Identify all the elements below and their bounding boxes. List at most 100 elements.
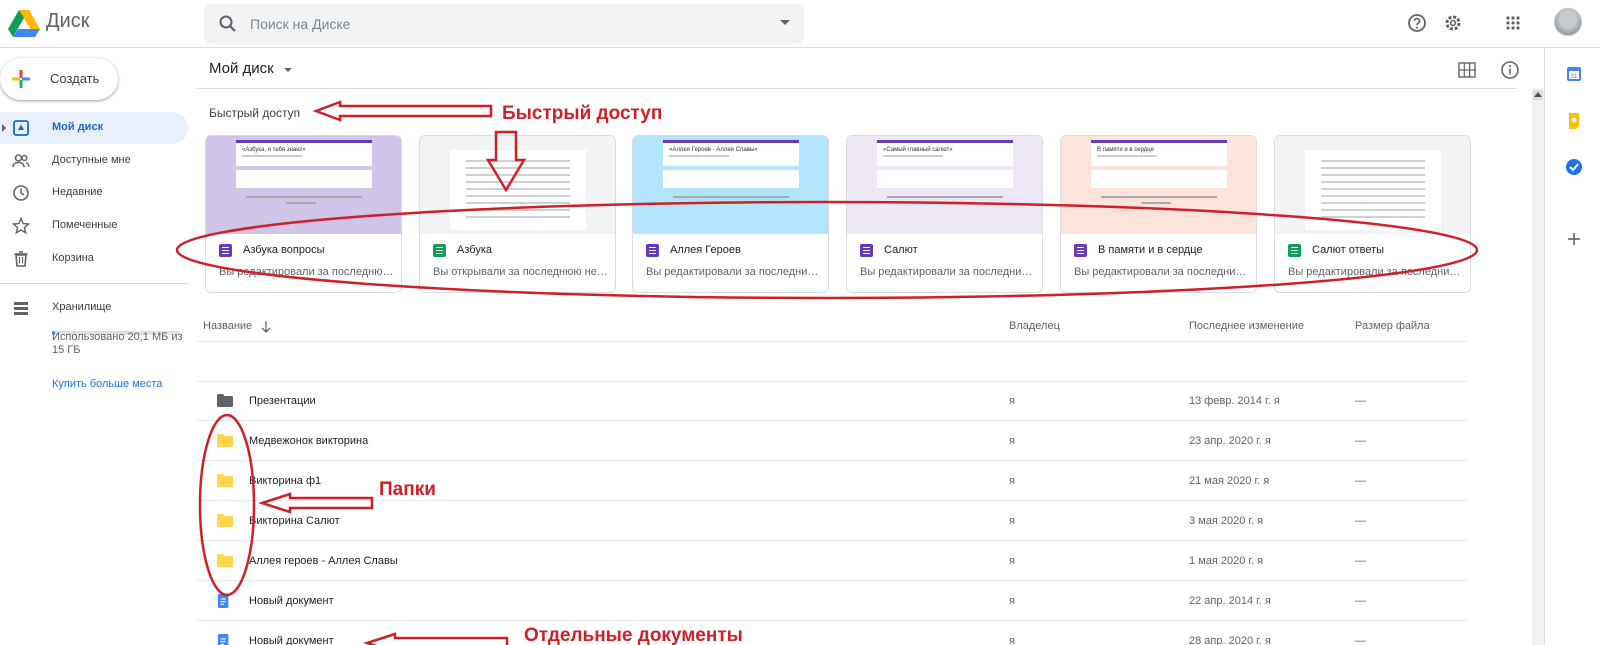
sidebar-item-my-drive[interactable]: Мой диск [0,112,188,144]
file-row[interactable]: Новый документ я 28 апр. 2020 г. я — [197,621,1467,645]
file-row[interactable]: Медвежонок викторина я 23 апр. 2020 г. я… [197,421,1467,461]
google-docs-icon [217,594,229,608]
sidebar-item-starred[interactable]: Помеченные [0,210,188,242]
file-modified: 22 апр. 2014 г. я [1189,595,1271,607]
file-name: Медвежонок викторина [249,435,369,447]
search-options-dropdown-icon[interactable] [780,20,790,25]
document-preview-icon: «Азбука, я тебя знаю!» [236,140,372,204]
file-name: Новый документ [249,635,334,645]
column-header-name[interactable]: Название [203,320,252,332]
breadcrumb[interactable]: Мой диск [209,60,274,77]
document-preview-icon [450,150,586,230]
document-preview-icon [1305,150,1441,230]
sort-arrow-down-icon[interactable] [261,320,271,333]
column-header-size[interactable]: Размер файла [1355,320,1430,332]
sidebar-item-recent[interactable]: Недавние [0,177,188,209]
tasks-icon[interactable] [1565,158,1583,176]
quick-access-title: Быстрый доступ [209,106,301,120]
quick-access-card[interactable]: Азбука Вы открывали за последнюю неделю [419,135,616,293]
apps-grid-icon[interactable] [1500,10,1526,36]
add-addon-plus-icon[interactable] [1565,230,1583,248]
sidebar-item-storage[interactable]: Хранилище [0,292,188,324]
file-row[interactable]: Викторина Салют я 3 мая 2020 г. я — [197,501,1467,541]
star-icon [12,217,30,235]
card-thumbnail-title: «Самый главный салют» [883,146,953,153]
annotation-label-quick-access: Быстрый доступ [502,103,663,124]
file-size: — [1355,475,1366,487]
card-activity: Вы редактировали за последний месяц [1074,266,1250,278]
file-size: — [1355,515,1366,527]
sidebar-item-label: Мой диск [52,121,104,133]
card-thumbnail-title: В памяти и в сердце [1097,147,1155,153]
help-icon[interactable] [1404,10,1430,36]
sidebar-item-label: Помеченные [52,219,118,231]
quick-access-card[interactable]: «Аллея Героев - Аллея Славы» Аллея Герое… [632,135,829,293]
annotation-label-folders: Папки [379,479,436,500]
keep-icon[interactable] [1565,112,1583,130]
card-thumbnail-title: «Азбука, я тебя знаю!» [242,147,306,153]
sidebar-item-shared[interactable]: Доступные мне [0,145,188,177]
card-thumbnail-title: «Аллея Героев - Аллея Славы» [669,147,758,153]
search-box[interactable] [204,4,804,44]
annotation-arrow-quick-access [312,100,493,122]
card-activity: Вы редактировали за последний месяц [860,266,1036,278]
sidebar-item-label: Недавние [52,186,103,198]
file-modified: 13 февр. 2014 г. я [1189,395,1280,407]
file-modified: 28 апр. 2020 г. я [1189,635,1271,645]
buy-storage-link[interactable]: Купить больше места [52,378,162,390]
card-activity: Вы редактировали за последнюю неделю [219,266,395,278]
app-name[interactable]: Диск [46,10,89,33]
file-owner: я [1009,555,1015,567]
card-thumbnail: «Азбука, я тебя знаю!» [206,136,401,234]
expand-caret-icon[interactable] [2,124,6,132]
svg-text:31: 31 [1571,74,1578,80]
info-icon[interactable] [1500,60,1520,80]
quick-access-card[interactable]: Салют ответы Вы редактировали за последн… [1274,135,1471,293]
file-size: — [1355,435,1366,447]
card-title: В памяти и в сердце [1098,244,1203,256]
scrollbar[interactable] [1532,88,1544,645]
side-panel [1544,48,1600,645]
grid-view-icon[interactable] [1458,62,1476,78]
file-modified: 1 мая 2020 г. я [1189,555,1264,567]
quick-access-card[interactable]: «Азбука, я тебя знаю!» Азбука вопросы Вы… [205,135,402,293]
card-thumbnail: В памяти и в сердце [1061,136,1256,234]
file-name: Аллея героев - Аллея Славы [249,555,398,567]
google-forms-icon [646,244,659,257]
create-button[interactable]: Создать [0,58,118,100]
file-size: — [1355,395,1366,407]
sidebar-divider [0,283,188,284]
card-title: Азбука [457,244,492,256]
chevron-down-icon[interactable] [284,68,292,72]
sidebar-item-trash[interactable]: Корзина [0,243,188,275]
card-activity: Вы открывали за последнюю неделю [433,266,609,278]
scroll-up-arrow-icon[interactable] [1533,90,1543,100]
account-avatar[interactable] [1554,8,1582,36]
shared-folder-icon [217,394,233,407]
drive-logo-icon[interactable] [8,8,40,38]
sidebar-item-label: Корзина [52,252,94,264]
column-header-owner: Владелец [1009,320,1060,332]
search-icon[interactable] [218,14,238,34]
file-size: — [1355,595,1366,607]
file-row[interactable]: Презентации я 13 февр. 2014 г. я — [197,381,1467,421]
document-preview-icon: «Самый главный салют» [877,140,1013,204]
plus-icon [12,70,30,88]
google-docs-icon [217,634,229,645]
gear-icon[interactable] [1440,10,1466,36]
quick-access-card[interactable]: «Самый главный салют» Салют Вы редактиро… [846,135,1043,293]
google-forms-icon [219,244,232,257]
file-row[interactable]: Новый документ я 22 апр. 2014 г. я — [197,581,1467,621]
column-header-modified[interactable]: Последнее изменение [1189,320,1304,332]
file-name: Презентации [249,395,316,407]
sidebar-item-label: Хранилище [52,301,112,313]
calendar-icon[interactable]: 31 [1565,65,1583,83]
file-row[interactable]: Аллея героев - Аллея Славы я 1 мая 2020 … [197,541,1467,581]
search-input[interactable] [250,12,750,36]
google-sheets-icon [1288,244,1301,257]
quick-access-card[interactable]: В памяти и в сердце В памяти и в сердце … [1060,135,1257,293]
file-owner: я [1009,515,1015,527]
card-thumbnail: «Аллея Героев - Аллея Славы» [633,136,828,234]
shared-icon [12,154,30,168]
storage-icon [14,302,28,315]
